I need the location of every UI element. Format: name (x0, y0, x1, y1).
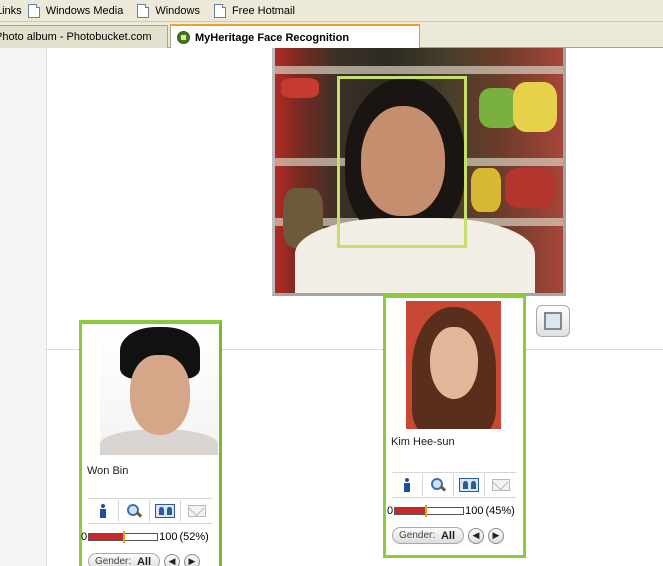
tab-myheritage[interactable]: MyHeritage Face Recognition (170, 24, 420, 49)
right-arrow-icon: ▶ (188, 556, 196, 566)
similarity-bar-fill (89, 534, 125, 540)
gender-value: All (440, 529, 455, 542)
similarity-bar-fill (395, 508, 426, 514)
myheritage-favicon-icon (177, 31, 190, 44)
merchandise (281, 78, 319, 98)
next-match-button[interactable]: ▶ (488, 527, 504, 544)
right-arrow-icon: ▶ (492, 530, 500, 540)
match-card-kim-hee-sun: Kim Hee-sun 0 100 (45%) Gender: All ◀ ▶ (383, 294, 526, 558)
envelope-icon (187, 505, 206, 517)
page-icon (137, 3, 150, 18)
info-button[interactable] (88, 500, 119, 522)
shelf (275, 66, 563, 74)
email-button[interactable] (485, 474, 516, 496)
magnifier-icon (127, 504, 141, 518)
email-button[interactable] (181, 500, 212, 522)
left-arrow-icon: ◀ (472, 530, 480, 540)
link-free-hotmail[interactable]: Free Hotmail (213, 3, 295, 18)
match-controls: Gender: All ◀ ▶ (88, 553, 200, 566)
gender-label: Gender: (95, 556, 132, 566)
envelope-icon (491, 479, 510, 491)
tab-label: MyHeritage Face Recognition (195, 31, 350, 44)
rating-max: 100 (159, 531, 178, 543)
left-margin (0, 48, 47, 566)
similarity-bar-marker (424, 505, 427, 517)
portrait-face (130, 355, 190, 435)
similarity-rating: 0 100 (45%) (387, 504, 527, 518)
rating-max: 100 (465, 505, 484, 517)
gender-filter[interactable]: Gender: All (88, 553, 160, 566)
merchandise (513, 82, 557, 132)
link-windows[interactable]: Windows (137, 3, 200, 18)
search-button[interactable] (119, 500, 150, 522)
magnifier-icon (431, 478, 445, 492)
portrait-face (430, 327, 478, 399)
uploaded-photo[interactable] (272, 48, 566, 296)
page-content: Won Bin 0 100 (52%) Gender: All ◀ ▶ Kim … (0, 48, 663, 566)
link-windows-media[interactable]: Windows Media (27, 3, 124, 18)
gender-value: All (136, 555, 151, 566)
search-button[interactable] (423, 474, 454, 496)
previous-match-button[interactable]: ◀ (468, 527, 484, 544)
match-portrait[interactable] (100, 327, 218, 455)
link-label: Free Hotmail (231, 4, 295, 17)
merchandise (505, 168, 555, 208)
gender-label: Gender: (399, 530, 436, 541)
info-icon (403, 478, 411, 492)
info-icon (99, 504, 107, 518)
tab-photobucket[interactable]: Photo album - Photobucket.com (0, 25, 168, 48)
similarity-rating: 0 100 (52%) (81, 530, 221, 544)
tab-label: Photo album - Photobucket.com (0, 31, 152, 43)
similarity-bar[interactable] (394, 505, 465, 517)
compare-button[interactable] (454, 474, 485, 496)
face-detection-box[interactable] (337, 76, 467, 248)
compare-faces-icon (155, 504, 175, 518)
match-actions (392, 472, 516, 498)
rating-min: 0 (387, 505, 394, 517)
match-actions (88, 498, 212, 524)
link-label: Windows Media (45, 4, 124, 17)
page-icon (213, 3, 226, 18)
face-scan-icon (544, 312, 562, 330)
info-button[interactable] (392, 474, 423, 496)
links-toolbar: Links Windows Media Windows Free Hotmail (0, 0, 663, 22)
tab-bar: Photo album - Photobucket.com MyHeritage… (0, 22, 663, 49)
similarity-bar[interactable] (88, 531, 159, 543)
rating-percent: (45%) (485, 505, 515, 517)
next-match-button[interactable]: ▶ (184, 553, 200, 566)
match-portrait[interactable] (406, 301, 501, 429)
match-controls: Gender: All ◀ ▶ (392, 527, 504, 544)
left-arrow-icon: ◀ (168, 556, 176, 566)
detect-faces-button[interactable] (536, 305, 570, 337)
gender-filter[interactable]: Gender: All (392, 527, 464, 544)
links-label: Links (0, 4, 22, 17)
compare-button[interactable] (150, 500, 181, 522)
match-name[interactable]: Won Bin (87, 465, 128, 477)
match-name[interactable]: Kim Hee-sun (391, 436, 455, 448)
rating-percent: (52%) (179, 531, 209, 543)
previous-match-button[interactable]: ◀ (164, 553, 180, 566)
rating-min: 0 (81, 531, 88, 543)
match-card-won-bin: Won Bin 0 100 (52%) Gender: All ◀ ▶ (79, 320, 222, 566)
compare-faces-icon (459, 478, 479, 492)
page-icon (27, 3, 40, 18)
merchandise (471, 168, 501, 212)
link-label: Windows (155, 4, 200, 17)
similarity-bar-marker (123, 531, 126, 543)
